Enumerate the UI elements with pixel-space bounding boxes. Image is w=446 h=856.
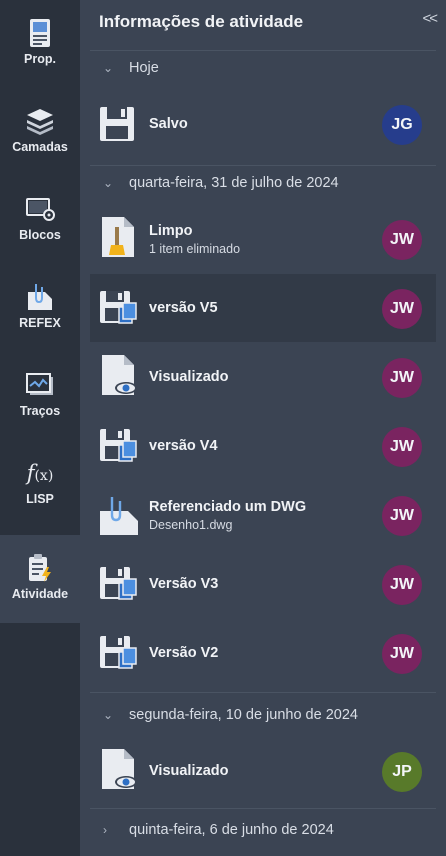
- divider: [90, 692, 436, 693]
- sidebar-item-label: Camadas: [12, 140, 68, 154]
- sidebar-item-activity[interactable]: Atividade: [0, 535, 80, 623]
- activity-row[interactable]: Versão V3 JW: [90, 550, 436, 618]
- save-icon: [98, 104, 138, 144]
- section-label: Hoje: [129, 60, 159, 76]
- chevron-down-icon: ⌄: [103, 61, 114, 75]
- chevron-right-icon: ›: [103, 823, 107, 837]
- section-label: segunda-feira, 10 de junho de 2024: [129, 707, 358, 723]
- sidebar-item-xref[interactable]: REFEX: [0, 264, 80, 352]
- sidebar: Prop. Camadas Blocos REFEX Traços f(x) L…: [0, 0, 80, 856]
- section-label: quinta-feira, 6 de junho de 2024: [129, 822, 334, 838]
- section-header-jun-6[interactable]: › quinta-feira, 6 de junho de 2024: [80, 812, 446, 848]
- version-icon: [98, 426, 138, 466]
- blocks-icon: [25, 194, 55, 224]
- avatar: JP: [382, 752, 422, 792]
- activity-title: Limpo: [149, 222, 193, 239]
- xref-dwg-icon: [98, 495, 138, 535]
- activity-title: Versão V2: [149, 645, 219, 661]
- activity-title: Visualizado: [149, 369, 229, 385]
- chevron-down-icon: ⌄: [103, 176, 114, 190]
- version-icon: [98, 633, 138, 673]
- xref-icon: [25, 282, 55, 312]
- activity-row[interactable]: Versão V2 JW: [90, 619, 436, 687]
- activity-row[interactable]: Visualizado JP: [90, 737, 436, 805]
- activity-title: Versão V3: [149, 576, 219, 592]
- version-icon: [98, 288, 138, 328]
- avatar: JW: [382, 358, 422, 398]
- section-header-today[interactable]: ⌄ Hoje: [80, 50, 446, 86]
- purge-icon: [98, 217, 138, 259]
- sidebar-item-label: Blocos: [19, 228, 61, 242]
- activity-title: Referenciado um DWG: [149, 498, 307, 515]
- activity-panel: Informações de atividade << ⌄ Hoje Salvo…: [80, 0, 446, 856]
- section-header-jul-31[interactable]: ⌄ quarta-feira, 31 de julho de 2024: [80, 165, 446, 201]
- sidebar-item-layers[interactable]: Camadas: [0, 88, 80, 176]
- avatar: JG: [382, 105, 422, 145]
- activity-icon: [25, 553, 55, 583]
- activity-row[interactable]: versão V4 JW: [90, 412, 436, 480]
- activity-title: versão V4: [149, 438, 218, 454]
- layers-icon: [25, 106, 55, 136]
- activity-row[interactable]: Referenciado um DWG Desenho1.dwg JW: [90, 481, 436, 549]
- viewed-icon: [98, 355, 138, 397]
- traces-icon: [25, 370, 55, 400]
- avatar: JW: [382, 289, 422, 329]
- version-icon: [98, 564, 138, 604]
- section-header-jun-10[interactable]: ⌄ segunda-feira, 10 de junho de 2024: [80, 697, 446, 733]
- sidebar-item-lisp[interactable]: f(x) LISP: [0, 440, 80, 528]
- divider: [90, 808, 436, 809]
- activity-row[interactable]: Visualizado JW: [90, 343, 436, 411]
- sidebar-item-label: Atividade: [11, 587, 69, 601]
- sidebar-item-label: Prop.: [24, 52, 56, 66]
- activity-row[interactable]: Limpo 1 item eliminado JW: [90, 205, 436, 273]
- sidebar-item-label: REFEX: [19, 316, 61, 330]
- sidebar-item-blocks[interactable]: Blocos: [0, 176, 80, 264]
- activity-title: Visualizado: [149, 763, 229, 779]
- sidebar-item-properties[interactable]: Prop.: [0, 0, 80, 88]
- section-label: quarta-feira, 31 de julho de 2024: [129, 175, 339, 191]
- activity-title: Salvo: [149, 116, 188, 132]
- avatar: JW: [382, 565, 422, 605]
- activity-row[interactable]: Salvo JG: [90, 90, 436, 158]
- avatar: JW: [382, 634, 422, 674]
- sidebar-item-label: Traços: [19, 404, 61, 418]
- avatar: JW: [382, 427, 422, 467]
- activity-subtitle: Desenho1.dwg: [149, 517, 233, 532]
- sidebar-item-label: LISP: [26, 492, 54, 506]
- collapse-panel-button[interactable]: <<: [422, 10, 437, 27]
- avatar: JW: [382, 220, 422, 260]
- avatar: JW: [382, 496, 422, 536]
- sidebar-item-traces[interactable]: Traços: [0, 352, 80, 440]
- chevron-down-icon: ⌄: [103, 708, 114, 722]
- viewed-icon: [98, 749, 138, 791]
- panel-title: Informações de atividade: [99, 12, 304, 31]
- activity-title: versão V5: [149, 300, 218, 316]
- activity-subtitle: 1 item eliminado: [149, 241, 241, 256]
- activity-row[interactable]: versão V5 JW: [90, 274, 436, 342]
- lisp-icon: f(x): [26, 461, 54, 485]
- properties-icon: [25, 18, 55, 48]
